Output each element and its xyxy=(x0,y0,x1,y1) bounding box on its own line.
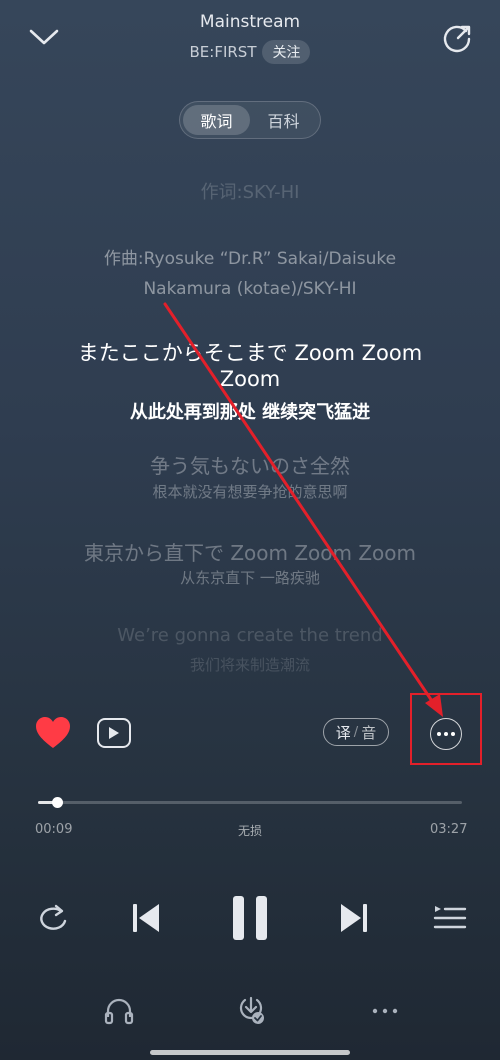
lyric-line-part: Nakamura (kotae)/SKY-HI xyxy=(143,279,357,299)
current-lyric-line: またここからそこまで Zoom Zoom Zoom xyxy=(0,340,500,392)
total-time: 03:27 xyxy=(430,822,468,837)
tab-wiki[interactable]: 百科 xyxy=(250,105,317,135)
lyric-translation: 从东京直下 一路疾驰 xyxy=(180,569,320,587)
headphones-icon xyxy=(104,998,134,1025)
current-lyric-part: Zoom xyxy=(219,367,281,391)
heart-icon xyxy=(36,717,70,748)
translate-label: 译 xyxy=(335,723,351,742)
download-icon xyxy=(239,996,264,1024)
song-title: Mainstream xyxy=(199,12,301,32)
current-lyric-translation: 从此处再到那处 继续突飞猛进 xyxy=(129,402,371,423)
current-lyric-part: またここからそこまで Zoom Zoom xyxy=(77,341,423,365)
translate-toggle[interactable]: 译 / 音 xyxy=(323,718,389,746)
download-button[interactable] xyxy=(234,994,268,1028)
skip-previous-icon xyxy=(133,904,159,932)
audio-quality[interactable]: 无损 xyxy=(0,822,500,839)
repeat-icon xyxy=(40,904,67,930)
repeat-button[interactable] xyxy=(30,890,74,946)
playlist-icon xyxy=(433,906,467,929)
pause-button[interactable] xyxy=(222,890,278,946)
ellipsis-icon xyxy=(372,1008,398,1014)
lyric-line: 作曲:Ryosuke “Dr.R” Sakai/Daisuke Nakamura… xyxy=(0,244,500,304)
next-button[interactable] xyxy=(332,890,376,946)
lyric-line: We’re gonna create the trend xyxy=(117,625,383,646)
share-icon xyxy=(443,25,471,53)
like-button[interactable] xyxy=(35,716,71,750)
sound-effect-button[interactable] xyxy=(102,994,136,1028)
progress-thumb[interactable] xyxy=(51,797,63,808)
follow-button[interactable]: 关注 xyxy=(262,40,311,64)
play-icon xyxy=(109,727,119,739)
previous-button[interactable] xyxy=(124,890,168,946)
lyric-line-part: 作曲:Ryosuke “Dr.R” Sakai/Daisuke xyxy=(103,249,397,269)
annotation-highlight-box xyxy=(410,693,482,765)
lyric-translation: 根本就没有想要争抢的意思啊 xyxy=(152,483,348,501)
lyric-translation: 我们将来制造潮流 xyxy=(189,656,310,674)
lyric-line: 争う気もないのさ全然 xyxy=(150,454,350,478)
home-indicator xyxy=(150,1050,350,1055)
skip-next-icon xyxy=(341,904,367,932)
artist-name[interactable]: BE:FIRST xyxy=(190,43,257,61)
tab-lyrics[interactable]: 歌词 xyxy=(183,105,250,135)
bottom-more-button[interactable] xyxy=(368,994,402,1028)
mv-button[interactable] xyxy=(97,718,131,748)
lyric-line: 東京から直下で Zoom Zoom Zoom xyxy=(83,541,417,565)
progress-bar[interactable] xyxy=(38,801,462,804)
lyric-line: 作词:SKY-HI xyxy=(200,182,300,203)
phonetic-label: 音 xyxy=(361,723,377,742)
share-button[interactable] xyxy=(440,22,474,56)
lyrics-tabs: 歌词 百科 xyxy=(179,101,321,139)
playlist-button[interactable] xyxy=(428,890,472,946)
pause-icon xyxy=(233,896,267,940)
toggle-separator: / xyxy=(353,724,359,740)
artist-row: BE:FIRST 关注 xyxy=(0,40,500,64)
